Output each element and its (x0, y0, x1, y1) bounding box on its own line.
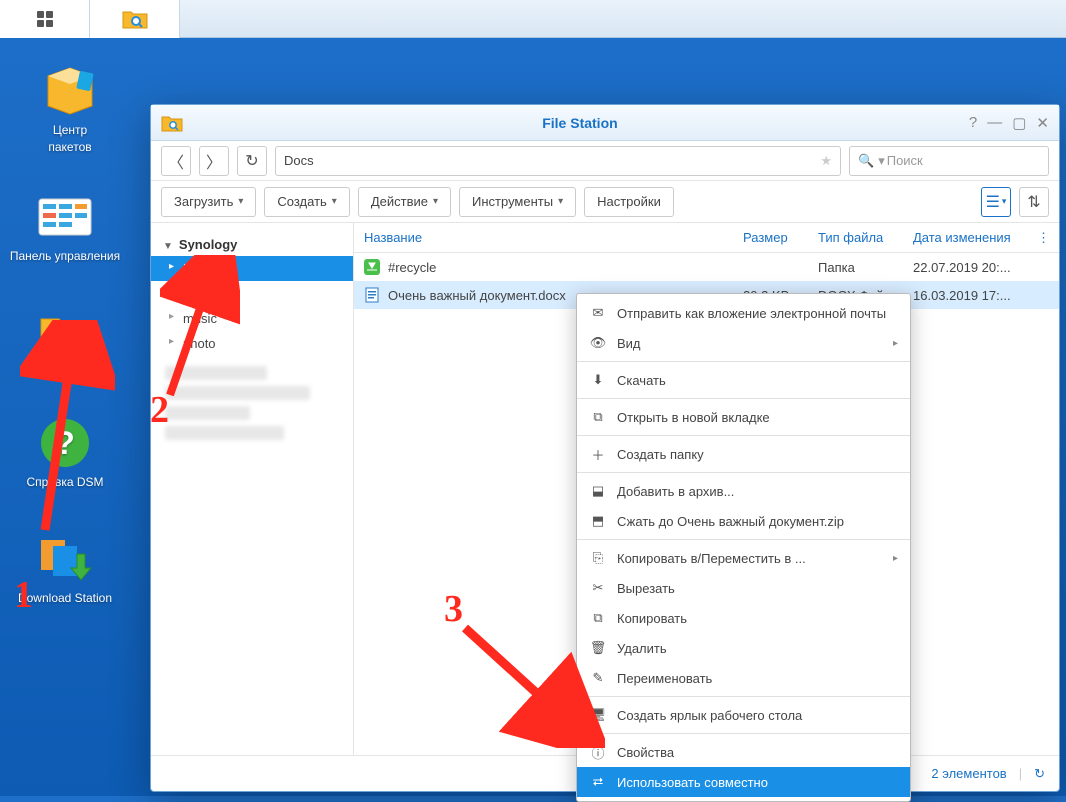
icon-label: Центрпакетов (48, 122, 91, 156)
col-menu[interactable]: ⋮ (1037, 230, 1049, 246)
column-headers: Название Размер Тип файла Дата изменения… (354, 223, 1059, 253)
close-button[interactable]: ✕ (1036, 114, 1049, 132)
docx-icon (364, 287, 382, 303)
toolbar: Загрузить▾ Создать▾ Действие▾ Инструмент… (151, 181, 1059, 223)
desktop-icon-package-center[interactable]: Центрпакетов (5, 64, 135, 156)
view-list-button[interactable]: ☰▾ (981, 187, 1011, 217)
star-icon[interactable]: ★ (820, 153, 832, 169)
desktop-icon-download-station[interactable]: Download Station (0, 532, 130, 607)
download-icon: ⬇ (589, 372, 607, 388)
plus-icon: ＋ (589, 445, 607, 464)
chevron-right-icon: ▸ (893, 338, 898, 349)
ctx-view[interactable]: 👁Вид▸ (577, 328, 910, 358)
taskbar-file-station[interactable] (90, 0, 180, 38)
ctx-send-email[interactable]: ✉Отправить как вложение электронной почт… (577, 298, 910, 328)
ctx-compress[interactable]: ⬒Сжать до Очень важный документ.zip (577, 506, 910, 536)
ctx-cut[interactable]: ✂Вырезать (577, 573, 910, 603)
chevron-right-icon: ▸ (893, 553, 898, 564)
ctx-add-archive[interactable]: ⬓Добавить в архив... (577, 476, 910, 506)
ctx-copy[interactable]: ⧉Копировать (577, 603, 910, 633)
control-panel-icon (37, 195, 93, 239)
rename-icon: ✎ (589, 670, 607, 686)
svg-text:?: ? (55, 425, 75, 461)
col-date[interactable]: Дата изменения (907, 230, 1037, 245)
ctx-copy-move[interactable]: ⎘Копировать в/Переместить в ...▸ (577, 543, 910, 573)
settings-button[interactable]: Настройки (584, 187, 674, 217)
mail-icon: ✉ (589, 305, 607, 321)
ctx-delete[interactable]: 🗑Удалить (577, 633, 910, 663)
info-icon: ⓘ (589, 743, 607, 762)
window-titlebar[interactable]: File Station ? — ▢ ✕ (151, 105, 1059, 141)
help-icon[interactable]: ? (969, 114, 977, 132)
eye-icon: 👁 (589, 335, 607, 351)
upload-button[interactable]: Загрузить▾ (161, 187, 256, 217)
ctx-share[interactable]: ⮂Использовать совместно (577, 767, 910, 797)
help-icon: ? (39, 417, 91, 469)
refresh-button[interactable]: ↻ (237, 146, 267, 176)
item-count: 2 элементов (931, 766, 1006, 781)
folder-search-icon (161, 114, 183, 132)
create-button[interactable]: Создать▾ (264, 187, 349, 217)
ctx-open-tab[interactable]: ⧉Открыть в новой вкладке (577, 402, 910, 432)
context-menu: ✉Отправить как вложение электронной почт… (576, 293, 911, 802)
desktop-icon-dsm-help[interactable]: ? Справка DSM (0, 416, 130, 491)
zip-icon: ⬒ (589, 513, 607, 529)
col-size[interactable]: Размер (737, 230, 812, 245)
ctx-desktop-shortcut[interactable]: 🖥Создать ярлык рабочего стола (577, 700, 910, 730)
trash-icon: 🗑 (589, 640, 607, 656)
nav-bar: 〈 〉 ↻ Docs★ 🔍▾Поиск (151, 141, 1059, 181)
download-station-icon (37, 534, 93, 584)
folder-search-icon (37, 309, 93, 357)
blurred-items (165, 366, 335, 440)
icon-label: Панель управления (10, 248, 120, 265)
taskbar (0, 0, 1066, 38)
tree-item-films[interactable]: Films (151, 281, 353, 306)
ctx-download[interactable]: ⬇Скачать (577, 365, 910, 395)
icon-label: File Station (35, 364, 95, 381)
forward-button[interactable]: 〉 (199, 146, 229, 176)
back-button[interactable]: 〈 (161, 146, 191, 176)
share-icon: ⮂ (589, 774, 607, 790)
tree-item-music[interactable]: music (151, 306, 353, 331)
external-icon: ⧉ (589, 409, 607, 425)
apps-icon (36, 10, 54, 28)
search-icon: 🔍 (858, 153, 874, 169)
tools-button[interactable]: Инструменты▾ (459, 187, 576, 217)
copy-icon: ⧉ (589, 610, 607, 626)
icon-label: Download Station (18, 590, 112, 607)
search-input[interactable]: 🔍▾Поиск (849, 146, 1049, 176)
window-title: File Station (191, 115, 969, 131)
ctx-properties[interactable]: ⓘСвойства (577, 737, 910, 767)
folder-tree: Synology Docs Films music photo (151, 223, 354, 755)
copy-icon: ⎘ (589, 550, 607, 566)
ctx-create-folder[interactable]: ＋Создать папку (577, 439, 910, 469)
col-name[interactable]: Название (364, 230, 737, 245)
icon-label: Справка DSM (26, 474, 103, 491)
desktop-icon-file-station[interactable]: File Station (0, 306, 130, 381)
col-type[interactable]: Тип файла (812, 230, 907, 245)
ctx-rename[interactable]: ✎Переименовать (577, 663, 910, 693)
refresh-icon[interactable]: ↻ (1034, 766, 1045, 782)
minimize-button[interactable]: — (987, 114, 1002, 132)
desktop-icon: 🖥 (589, 707, 607, 723)
action-button[interactable]: Действие▾ (358, 187, 451, 217)
status-sep: | (1019, 766, 1022, 781)
folder-search-icon (122, 8, 148, 30)
file-row[interactable]: #recycle Папка 22.07.2019 20:... (354, 253, 1059, 281)
tree-item-docs[interactable]: Docs (151, 256, 353, 281)
recycle-icon (364, 259, 382, 275)
taskbar-menu-button[interactable] (0, 0, 90, 38)
tree-root[interactable]: Synology (151, 233, 353, 256)
maximize-button[interactable]: ▢ (1012, 114, 1026, 132)
desktop-icon-control-panel[interactable]: Панель управления (0, 190, 130, 265)
path-input[interactable]: Docs★ (275, 146, 841, 176)
package-center-icon (42, 66, 98, 116)
archive-icon: ⬓ (589, 483, 607, 499)
tree-item-photo[interactable]: photo (151, 331, 353, 356)
cut-icon: ✂ (589, 580, 607, 596)
sort-button[interactable]: ⇅ (1019, 187, 1049, 217)
